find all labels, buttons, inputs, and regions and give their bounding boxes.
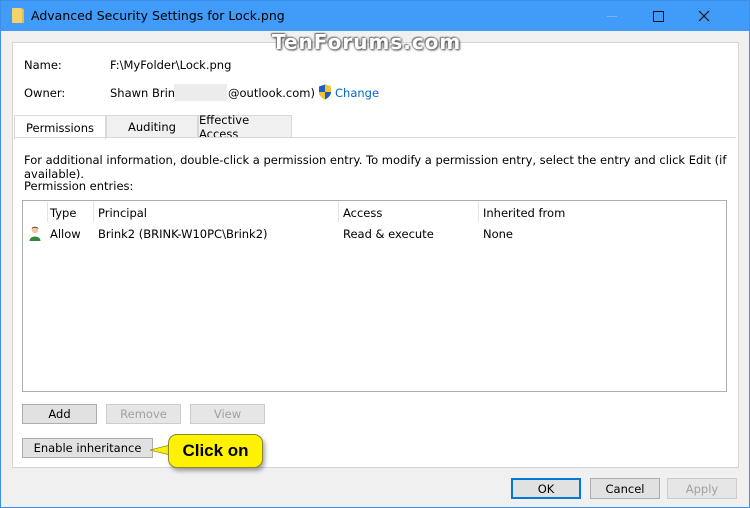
column-header-inherited-from[interactable]: Inherited from xyxy=(483,206,565,220)
redacted-email xyxy=(174,84,227,101)
title-bar[interactable]: Advanced Security Settings for Lock.png xyxy=(1,1,749,31)
apply-button[interactable]: Apply xyxy=(667,478,737,499)
maximize-button[interactable] xyxy=(635,1,681,31)
change-owner-link[interactable]: Change xyxy=(335,86,379,100)
minimize-button[interactable] xyxy=(589,1,635,31)
tab-divider xyxy=(14,137,736,138)
ok-button[interactable]: OK xyxy=(511,478,581,499)
watermark: TenForums.com xyxy=(272,30,462,54)
name-label: Name: xyxy=(24,58,62,72)
owner-value: Shawn Brink xyxy=(110,86,182,100)
table-row[interactable]: Allow Brink2 (BRINK-W10PC\Brink2) Read &… xyxy=(23,225,726,243)
info-text: For additional information, double-click… xyxy=(24,153,727,181)
enable-inheritance-button[interactable]: Enable inheritance xyxy=(22,438,153,458)
window-title: Advanced Security Settings for Lock.png xyxy=(31,8,285,23)
column-header-principal[interactable]: Principal xyxy=(98,206,147,220)
entry-inherited-from: None xyxy=(483,227,514,241)
name-value: F:\MyFolder\Lock.png xyxy=(110,58,232,72)
close-button[interactable] xyxy=(681,1,727,31)
folder-icon xyxy=(12,8,24,23)
permission-entries-list[interactable]: Type Principal Access Inherited from All… xyxy=(22,200,727,392)
add-button[interactable]: Add xyxy=(22,404,97,424)
view-button[interactable]: View xyxy=(190,404,265,424)
entry-type: Allow xyxy=(50,227,81,241)
close-icon xyxy=(698,10,710,22)
minimize-icon xyxy=(607,15,617,17)
column-separator xyxy=(338,202,339,222)
owner-domain: @outlook.com) xyxy=(228,86,315,100)
entry-principal: Brink2 (BRINK-W10PC\Brink2) xyxy=(98,227,268,241)
tab-effective-access[interactable]: Effective Access xyxy=(198,113,292,141)
remove-button[interactable]: Remove xyxy=(106,404,181,424)
owner-label: Owner: xyxy=(24,86,66,100)
column-separator xyxy=(47,202,48,222)
cancel-button[interactable]: Cancel xyxy=(590,478,660,499)
permission-entries-label: Permission entries: xyxy=(24,179,134,193)
maximize-icon xyxy=(652,10,664,22)
tab-auditing[interactable]: Auditing xyxy=(106,115,198,138)
column-header-access[interactable]: Access xyxy=(343,206,382,220)
entry-access: Read & execute xyxy=(343,227,434,241)
user-icon xyxy=(29,226,41,241)
click-on-callout: Click on xyxy=(168,434,263,468)
column-separator xyxy=(478,202,479,222)
column-separator xyxy=(93,202,94,222)
column-header-type[interactable]: Type xyxy=(50,206,76,220)
uac-shield-icon xyxy=(319,84,331,100)
